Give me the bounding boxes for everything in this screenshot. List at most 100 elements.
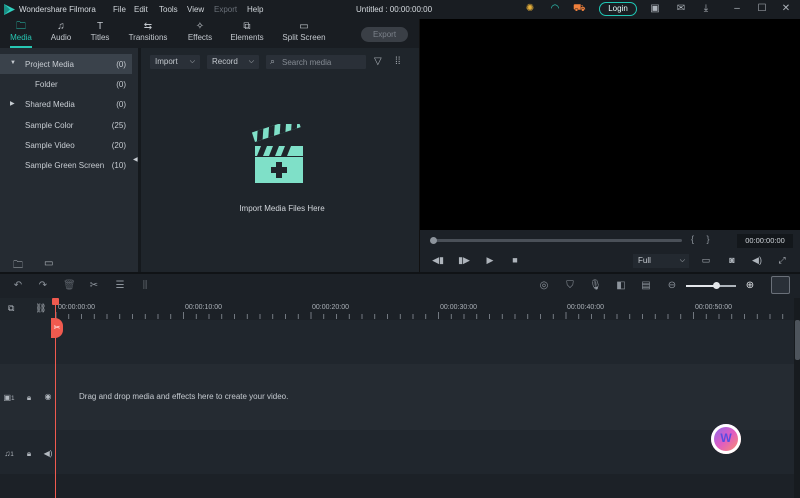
sidebar-item-folder[interactable]: Folder (0) [0, 74, 132, 94]
import-dropdown[interactable]: Import ⌵ [150, 55, 200, 69]
zoom-out-icon[interactable]: ⊖ [666, 280, 678, 291]
project-title: Untitled : 00:00:00:00 [356, 5, 433, 14]
eye-icon[interactable]: ◉ [42, 392, 54, 401]
media-sidebar: ▼ Project Media (0) Folder (0) ▶ Shared … [0, 48, 138, 272]
sidebar-item-sample-green-screen[interactable]: Sample Green Screen (10) [0, 155, 132, 175]
microphone-icon[interactable]: 🎙 [589, 280, 602, 291]
tab-media[interactable]: 🗀 Media [6, 19, 36, 48]
sidebar-item-sample-color[interactable]: Sample Color (25) [0, 115, 132, 135]
mail-icon[interactable]: ✉ [675, 3, 687, 15]
tab-split-screen[interactable]: ▭ Split Screen [280, 19, 328, 48]
menu-view[interactable]: View [187, 5, 204, 14]
cart-icon[interactable]: ⛟ [573, 3, 586, 15]
cut-icon[interactable]: ✂ [88, 280, 100, 291]
expand-down-icon: ▼ [10, 60, 16, 66]
preview-scrubber[interactable] [432, 239, 682, 242]
tab-elements[interactable]: ⧉ Elements [227, 19, 267, 48]
download-icon[interactable]: ⤓ [700, 3, 712, 15]
tab-effects-label: Effects [187, 33, 213, 42]
zoom-slider-knob[interactable] [713, 282, 720, 289]
undo-icon[interactable]: ↶ [12, 280, 24, 291]
marker-icon[interactable]: ⛉ [564, 280, 576, 291]
save-icon[interactable]: ▣ [649, 3, 661, 15]
search-icon: ⌕ [270, 56, 276, 66]
record-dropdown[interactable]: Record ⌵ [207, 55, 259, 69]
folder-icon[interactable]: ▭ [44, 258, 53, 269]
adjust-icon[interactable]: ☰ [114, 280, 126, 291]
tab-transitions-label: Transitions [128, 33, 168, 42]
redo-icon[interactable]: ↷ [37, 280, 49, 291]
audio-track-lane[interactable] [0, 430, 794, 474]
menu-help[interactable]: Help [247, 5, 263, 14]
export-button[interactable]: Export [361, 27, 408, 42]
timeline-empty-lane[interactable] [0, 474, 794, 498]
ruler-tick-label: 00:00:20:00 [312, 304, 349, 311]
previous-frame-icon[interactable]: ◀▮ [432, 255, 444, 266]
delete-icon[interactable]: 🗑 [63, 280, 76, 291]
filter-icon[interactable]: ▽ [374, 56, 382, 67]
stop-icon[interactable]: ■ [509, 255, 521, 265]
login-button[interactable]: Login [599, 2, 637, 16]
lightbulb-icon[interactable]: ✺ [524, 3, 536, 15]
mark-in-out-brackets[interactable]: { } [691, 234, 710, 244]
headset-icon[interactable]: ◠ [549, 3, 561, 15]
scrubber-knob[interactable] [430, 237, 437, 244]
monitor-icon[interactable]: ▭ [700, 255, 712, 266]
lock-icon[interactable]: 🔒︎ [23, 449, 35, 459]
play-pause-icon[interactable]: ▮▶ [458, 255, 470, 266]
menu-export[interactable]: Export [214, 5, 237, 14]
quality-select[interactable]: Full ⌵ [633, 254, 689, 268]
maximize-icon[interactable]: ☐ [756, 3, 768, 15]
playhead-handle[interactable] [52, 298, 59, 305]
render-icon[interactable]: ◎ [538, 280, 550, 291]
record-label: Record [212, 57, 238, 66]
play-icon[interactable]: ▶ [484, 255, 496, 266]
speaker-icon[interactable]: ◀) [42, 449, 54, 458]
menu-file[interactable]: File [113, 5, 126, 14]
menu-edit[interactable]: Edit [134, 5, 148, 14]
audio-mixer-icon[interactable]: ◧ [615, 280, 627, 291]
quality-value: Full [638, 256, 651, 265]
lock-icon[interactable]: 🔒︎ [23, 393, 35, 403]
close-icon[interactable]: ✕ [780, 3, 792, 15]
volume-icon[interactable]: ◀) [751, 255, 763, 266]
ruler-tick-label: 00:00:00:00 [58, 304, 95, 311]
chevron-down-icon: ⌵ [248, 58, 254, 65]
audio-wave-icon[interactable]: ⫼ [139, 280, 151, 291]
clapperboard-icon[interactable] [251, 117, 307, 186]
chevron-down-icon: ⌵ [679, 257, 685, 264]
ruler-tick-label: 00:00:30:00 [440, 304, 477, 311]
subtitle-icon[interactable]: ▤ [640, 280, 652, 291]
tab-transitions[interactable]: ⇆ Transitions [126, 19, 170, 48]
timeline-empty-lane[interactable] [0, 320, 794, 364]
playhead-marker-icon[interactable]: ✂ [51, 318, 63, 338]
assistant-logo-icon[interactable]: W [711, 424, 741, 454]
sidebar-item-label: Sample Video [25, 141, 75, 150]
timeline-ruler[interactable]: 00:00:00:00 00:00:10:00 00:00:20:00 00:0… [55, 298, 800, 320]
add-track-icon[interactable]: ⧉ [8, 303, 14, 314]
zoom-in-icon[interactable]: ⊕ [744, 280, 756, 291]
sidebar-item-sample-video[interactable]: Sample Video (20) [0, 135, 132, 155]
tab-effects[interactable]: ✧ Effects [183, 19, 217, 48]
sidebar-item-shared-media[interactable]: ▶ Shared Media (0) [0, 94, 132, 114]
search-media-input[interactable]: ⌕ Search media [266, 55, 366, 69]
tab-titles-label: Titles [90, 33, 110, 42]
sidebar-item-count: (25) [111, 121, 126, 130]
sidebar-item-label: Folder [35, 80, 58, 89]
tab-titles[interactable]: T Titles [85, 19, 115, 48]
menu-tools[interactable]: Tools [159, 5, 178, 14]
sidebar-item-project-media[interactable]: ▼ Project Media (0) [0, 54, 132, 74]
fullscreen-icon[interactable]: ⤢ [776, 255, 788, 266]
collapse-sidebar-icon[interactable]: ◀ [133, 156, 138, 163]
transition-icon: ⇆ [143, 21, 153, 32]
tab-audio[interactable]: ♫ Audio [45, 19, 77, 48]
ruler-tick-label: 00:00:10:00 [185, 304, 222, 311]
minimize-icon[interactable]: – [731, 3, 743, 15]
import-media-label[interactable]: Import Media Files Here [237, 204, 327, 213]
grid-view-icon[interactable]: ⁞⁞ [395, 56, 401, 67]
snapshot-camera-icon[interactable]: ◙ [726, 255, 738, 265]
timeline-view-toggle[interactable] [771, 276, 790, 294]
scrollbar-thumb[interactable] [795, 320, 800, 360]
sidebar-item-label: Sample Color [25, 121, 74, 130]
link-icon[interactable]: ⛓ [35, 303, 46, 314]
